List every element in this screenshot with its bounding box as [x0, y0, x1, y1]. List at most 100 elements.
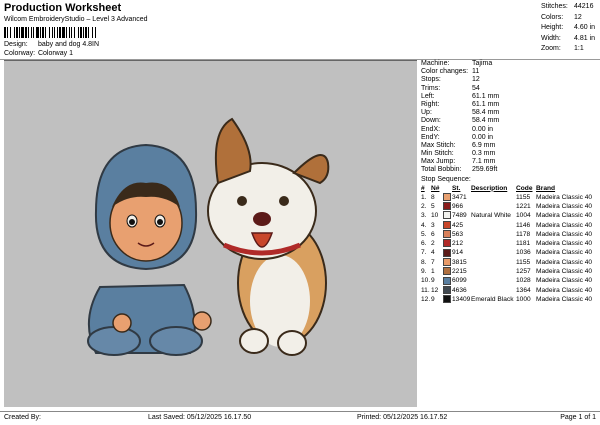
needle-number: 7: [431, 258, 435, 266]
property-label: Machine:: [421, 60, 450, 67]
property-row: Stops: 12: [421, 76, 599, 84]
stitch-count: 2215: [452, 268, 467, 275]
stat-label: Zoom:: [541, 45, 561, 52]
color-description: [471, 258, 516, 267]
thread-code: 1146: [516, 221, 531, 229]
stat-value: 4.81 in: [574, 34, 596, 42]
barcode-bar: [52, 27, 53, 38]
stat-label: Colors:: [541, 13, 564, 21]
stitch-count: 4636: [452, 286, 467, 294]
color-swatch: [443, 211, 451, 220]
dog-illustration: [207, 117, 330, 356]
table-row[interactable]: 2. 5 966 1221 Madeira Classic 40: [421, 202, 599, 211]
color-description: [471, 202, 516, 211]
row-number: 3.: [421, 212, 427, 220]
thread-brand: Madeira Classic 40: [536, 295, 593, 303]
barcode-bar: [69, 27, 70, 38]
table-row[interactable]: 1. 8 3471 1155 Madeira Classic 40: [421, 192, 599, 202]
colorway-row: Colorway: Colorway 1: [4, 50, 73, 57]
property-value: 0.3 mm: [472, 150, 496, 158]
table-row[interactable]: 5. 6 563 1178 Madeira Classic 40: [421, 230, 599, 239]
barcode-bar: [21, 27, 24, 38]
stitch-count: 966: [452, 202, 464, 210]
thread-brand: Madeira Classic 40: [536, 193, 593, 201]
baby-illustration: [87, 143, 212, 356]
table-row[interactable]: 10. 9 6099 1028 Madeira Classic 40: [421, 276, 599, 285]
property-row: Total Bobbin: 259.69ft: [421, 166, 599, 174]
property-label: Stops:: [421, 76, 441, 84]
table-row[interactable]: 4. 3 425 1146 Madeira Classic 40: [421, 220, 599, 230]
property-row: Left: 61.1 mm: [421, 93, 599, 101]
barcode-bar: [25, 27, 27, 38]
stat-row: Colors: 12: [541, 13, 599, 24]
stitch-count: 6099: [452, 277, 467, 285]
table-row[interactable]: 12. 9 13409 Emerald Black 1000 Madeira Classi…: [421, 295, 599, 304]
thread-brand: Madeira Classic 40: [536, 221, 593, 229]
col-num: #: [421, 184, 425, 192]
barcode-bar: [95, 27, 96, 38]
table-row[interactable]: 7. 4 914 1036 Madeira Classic 40: [421, 248, 599, 257]
property-value: 54: [472, 84, 480, 92]
stat-row: Width: 4.81 in: [541, 34, 599, 45]
property-value: 58.4 mm: [472, 117, 500, 125]
thread-brand: Madeira Classic 40: [536, 230, 593, 238]
table-row[interactable]: 6. 2 212 1181 Madeira Classic 40: [421, 239, 599, 248]
needle-number: 9: [431, 295, 435, 303]
color-swatch: [443, 295, 451, 304]
color-swatch: [443, 220, 451, 229]
thread-code: 1257: [516, 268, 531, 275]
colorway-label: Colorway:: [4, 50, 36, 57]
color-swatch: [443, 257, 451, 266]
printed-date: Printed: 05/12/2025 16.17.52: [357, 414, 448, 421]
property-label: Total Bobbin:: [421, 166, 462, 174]
stitch-count: 212: [452, 240, 464, 248]
table-row[interactable]: 11. 12 4636 1364 Madeira Classic 40: [421, 285, 599, 295]
needle-number: 6: [431, 230, 435, 238]
table-row[interactable]: 9. 1 2215 1257 Madeira Classic 40: [421, 267, 599, 276]
color-swatch: [443, 230, 451, 239]
color-swatch: [443, 267, 451, 276]
property-row: EndY: 0.00 in: [421, 134, 599, 142]
property-row: Color changes: 11: [421, 68, 599, 76]
stat-row: Zoom: 1:1: [541, 44, 599, 55]
table-row[interactable]: 3. 10 7489 Natural White 1004 Madeira Classic…: [421, 211, 599, 220]
property-value: 259.69ft: [472, 166, 498, 174]
needle-number: 1: [431, 268, 435, 275]
property-row: Up: 58.4 mm: [421, 109, 599, 117]
property-value: 6.9 mm: [472, 141, 496, 149]
property-row: EndX: 0.00 in: [421, 126, 599, 134]
color-description: [471, 221, 516, 230]
barcode-bar: [19, 27, 20, 38]
stitch-count: 3471: [452, 193, 467, 201]
design-preview[interactable]: [4, 60, 417, 407]
property-label: Up:: [421, 109, 432, 117]
barcode-bar: [4, 27, 6, 38]
design-row: Design: baby and dog 4.8IN: [4, 41, 99, 48]
col-code: Code: [516, 184, 533, 192]
barcode-bar: [59, 27, 61, 38]
color-description: Natural White: [471, 212, 511, 220]
design-properties-panel: Machine: Tajima Color changes: 11 Stops: 12 Tr…: [421, 60, 599, 304]
color-swatch-cell: [443, 257, 452, 267]
table-row[interactable]: 8. 7 3815 1155 Madeira Classic 40: [421, 257, 599, 267]
needle-number: 4: [431, 249, 435, 257]
barcode-bar: [83, 27, 84, 38]
stat-value: 12: [574, 13, 582, 21]
color-description: [471, 248, 516, 257]
created-by: Created By:: [4, 414, 41, 421]
property-label: EndX:: [421, 125, 441, 133]
col-needle: N#: [431, 184, 440, 192]
property-label: Max Jump:: [421, 158, 456, 166]
barcode-bar: [36, 27, 39, 38]
color-swatch-cell: [443, 248, 452, 257]
needle-number: 12: [431, 286, 439, 294]
thread-brand: Madeira Classic 40: [536, 202, 593, 210]
thread-brand: Madeira Classic 40: [536, 277, 593, 285]
row-number: 4.: [421, 221, 427, 229]
stitch-count: 3815: [452, 258, 467, 266]
barcode-bar: [45, 27, 46, 38]
barcode-bar: [10, 27, 11, 38]
color-swatch-cell: [443, 202, 452, 211]
stitch-count: 7489: [452, 212, 467, 220]
needle-number: 5: [431, 202, 435, 210]
